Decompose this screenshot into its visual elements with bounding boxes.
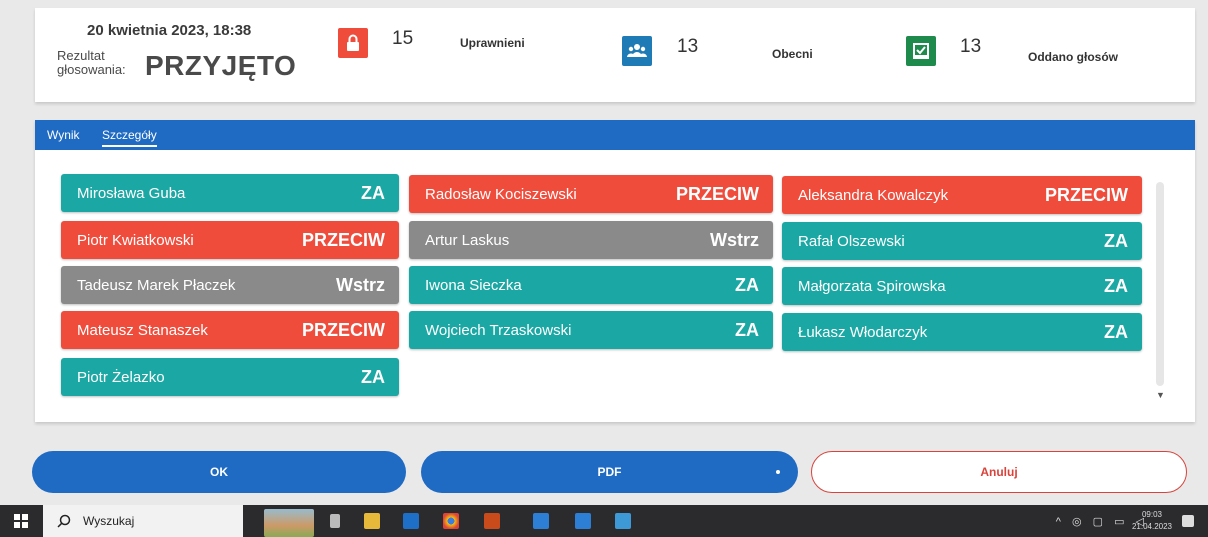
- vote-card: Tadeusz Marek Płaczek Wstrz: [61, 266, 399, 304]
- vote-card: Piotr Kwiatkowski PRZECIW: [61, 221, 399, 259]
- vote-value: ZA: [1104, 275, 1128, 296]
- vote-details-panel: Wynik Szczegóły Mirosława Guba ZA Piotr …: [35, 120, 1195, 422]
- app-icon[interactable]: [484, 513, 500, 529]
- dropdown-dot-icon[interactable]: [776, 470, 780, 474]
- vote-card: Małgorzata Spirowska ZA: [782, 267, 1142, 305]
- voter-name: Tadeusz Marek Płaczek: [77, 276, 236, 294]
- app-icon[interactable]: [615, 513, 631, 529]
- notifications-icon[interactable]: [1182, 515, 1194, 527]
- search-placeholder: Wyszukaj: [83, 514, 135, 528]
- app-icon[interactable]: [575, 513, 591, 529]
- result-value: PRZYJĘTO: [145, 50, 297, 81]
- taskbar-thumbnail-icon[interactable]: [264, 509, 314, 537]
- tab-result[interactable]: Wynik: [47, 128, 80, 142]
- ok-button-label: OK: [210, 465, 228, 479]
- file-explorer-icon[interactable]: [364, 513, 380, 529]
- voter-name: Radosław Kociszewski: [425, 185, 577, 203]
- windows-taskbar: Wyszukaj ^ ◎ ▢ ▭ ◁ 09:03 21.04.2023: [0, 505, 1208, 537]
- voter-name: Wojciech Trzaskowski: [425, 321, 572, 339]
- vote-value: ZA: [1104, 230, 1128, 251]
- voter-name: Rafał Olszewski: [798, 232, 905, 250]
- voter-name: Mirosława Guba: [77, 184, 186, 202]
- vote-date: 20 kwietnia 2023, 18:38: [87, 22, 252, 39]
- vote-value: Wstrz: [336, 274, 385, 295]
- voter-name: Aleksandra Kowalczyk: [798, 186, 949, 204]
- present-label: Obecni: [772, 47, 813, 61]
- pdf-button[interactable]: PDF: [421, 451, 798, 493]
- vote-card: Mateusz Stanaszek PRZECIW: [61, 311, 399, 349]
- vote-value: PRZECIW: [676, 183, 759, 204]
- vote-value: ZA: [1104, 321, 1128, 342]
- pdf-button-label: PDF: [597, 465, 622, 479]
- vote-card: Artur Laskus Wstrz: [409, 221, 773, 259]
- voter-name: Łukasz Włodarczyk: [798, 323, 928, 341]
- vote-value: ZA: [735, 319, 759, 340]
- vote-value: ZA: [361, 182, 385, 203]
- task-view-icon[interactable]: [330, 514, 340, 528]
- search-icon: [57, 514, 71, 528]
- taskbar-clock[interactable]: 09:03 21.04.2023: [1132, 509, 1172, 533]
- voter-name: Piotr Żelazko: [77, 368, 165, 386]
- votes-cast-count: 13: [960, 36, 982, 57]
- users-icon: [622, 36, 652, 66]
- result-label: Rezultat głosowania:: [57, 49, 147, 77]
- voter-name: Artur Laskus: [425, 231, 510, 249]
- vote-card: Mirosława Guba ZA: [61, 174, 399, 212]
- voter-name: Małgorzata Spirowska: [798, 277, 946, 295]
- vote-card: Iwona Sieczka ZA: [409, 266, 773, 304]
- vote-card: Piotr Żelazko ZA: [61, 358, 399, 396]
- chrome-icon[interactable]: [443, 513, 459, 529]
- vote-card: Radosław Kociszewski PRZECIW: [409, 175, 773, 213]
- taskbar-search[interactable]: Wyszukaj: [43, 505, 243, 537]
- cancel-button[interactable]: Anuluj: [811, 451, 1187, 493]
- voter-name: Piotr Kwiatkowski: [77, 231, 194, 249]
- vote-summary-header: 20 kwietnia 2023, 18:38 Rezultat głosowa…: [35, 8, 1195, 102]
- vote-value: PRZECIW: [302, 319, 385, 340]
- vote-value: ZA: [735, 274, 759, 295]
- vote-value: PRZECIW: [1045, 184, 1128, 205]
- checkbox-icon: [906, 36, 936, 66]
- eligible-label: Uprawnieni: [460, 36, 525, 50]
- tab-bar: Wynik Szczegóły: [35, 120, 1195, 150]
- cancel-button-label: Anuluj: [980, 465, 1018, 479]
- present-count: 13: [677, 36, 699, 57]
- vote-card: Wojciech Trzaskowski ZA: [409, 311, 773, 349]
- vote-value: Wstrz: [710, 229, 759, 250]
- mail-icon[interactable]: [403, 513, 419, 529]
- voter-name: Mateusz Stanaszek: [77, 321, 208, 339]
- tab-details[interactable]: Szczegóły: [102, 128, 157, 147]
- voter-name: Iwona Sieczka: [425, 276, 522, 294]
- scrollbar[interactable]: [1156, 182, 1164, 386]
- ok-button[interactable]: OK: [32, 451, 406, 493]
- vote-value: ZA: [361, 366, 385, 387]
- scroll-down-icon[interactable]: ▼: [1156, 390, 1165, 400]
- vote-card: Łukasz Włodarczyk ZA: [782, 313, 1142, 351]
- vote-card: Rafał Olszewski ZA: [782, 222, 1142, 260]
- clock-date: 21.04.2023: [1131, 522, 1172, 531]
- vote-value: PRZECIW: [302, 229, 385, 250]
- votes-cast-label: Oddano głosów: [1028, 50, 1118, 64]
- vote-card: Aleksandra Kowalczyk PRZECIW: [782, 176, 1142, 214]
- app-icon[interactable]: [533, 513, 549, 529]
- windows-start-icon[interactable]: [14, 514, 28, 528]
- lock-icon: [338, 28, 368, 58]
- clock-time: 09:03: [1141, 510, 1162, 519]
- result-label-text: Rezultat głosowania:: [57, 48, 126, 77]
- eligible-count: 15: [392, 28, 414, 49]
